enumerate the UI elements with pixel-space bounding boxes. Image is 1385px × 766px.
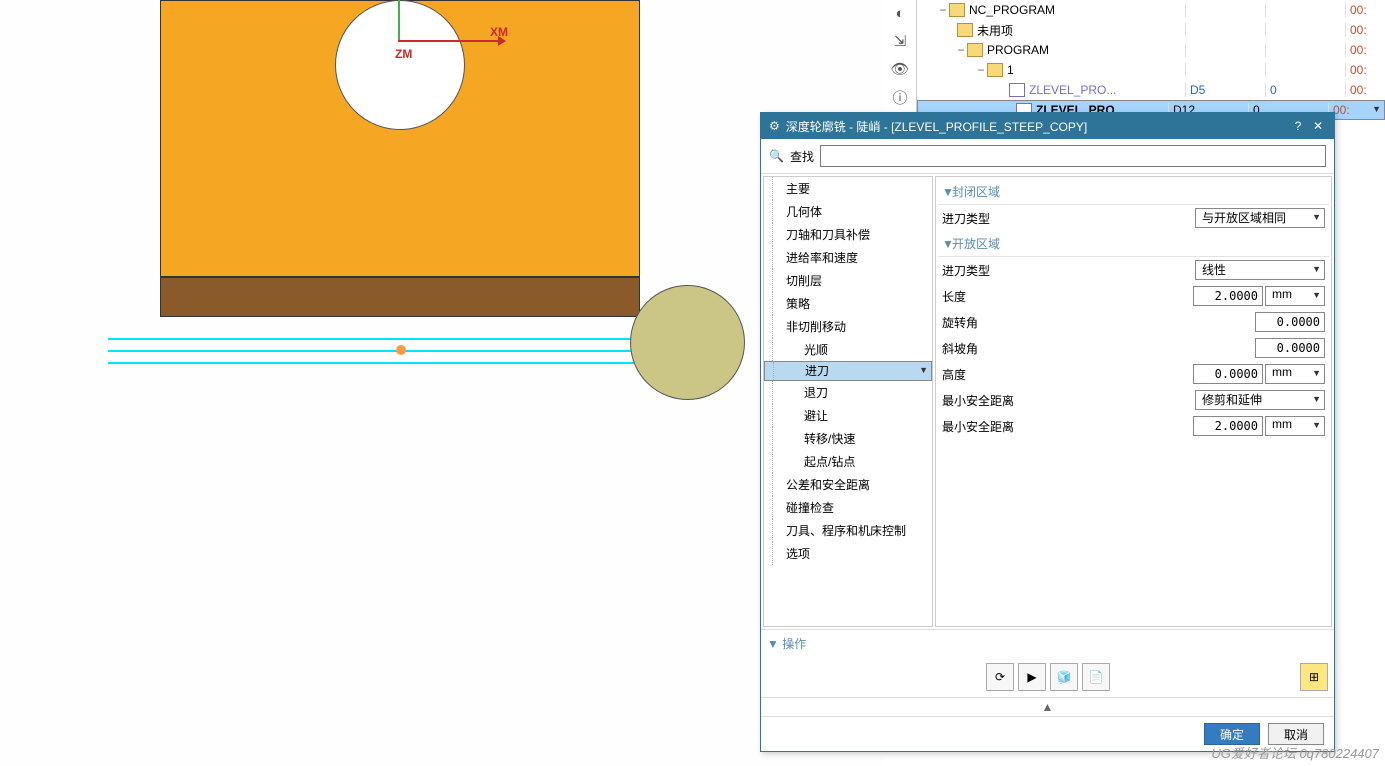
property-panel: ▼封闭区域 进刀类型 与开放区域相同 ▼开放区域 进刀类型 线性 长度 mm 旋…	[935, 176, 1332, 627]
operation-icon	[1009, 83, 1025, 97]
nav-machine[interactable]: 刀具、程序和机床控制	[764, 519, 932, 542]
axis-zm-label: ZM	[395, 47, 412, 61]
nav-geometry[interactable]: 几何体	[764, 200, 932, 223]
nav-retract[interactable]: 退刀	[764, 381, 932, 404]
section-ops[interactable]: ▼ 操作	[761, 629, 1334, 657]
folder-icon	[987, 63, 1003, 77]
nav-smooth[interactable]: 光顺	[764, 338, 932, 361]
dialog-titlebar[interactable]: ⚙ 深度轮廓铣 - 陡峭 - [ZLEVEL_PROFILE_STEEP_COP…	[761, 113, 1334, 139]
close-button[interactable]: ✕	[1310, 119, 1326, 133]
nav-options[interactable]: 选项	[764, 542, 932, 565]
nav-engage[interactable]: 进刀	[764, 361, 932, 381]
label-ramp: 斜坡角	[942, 340, 1255, 357]
view-iconbar: ◐ ⇲ 👁 ⓘ	[884, 0, 916, 110]
tree-unused[interactable]: 未用项	[977, 22, 1013, 39]
nav-tool-comp[interactable]: 刀轴和刀具补偿	[764, 223, 932, 246]
folder-icon	[949, 3, 965, 17]
select-engage-closed[interactable]: 与开放区域相同	[1195, 208, 1325, 228]
tree-group-1[interactable]: 1	[1007, 63, 1014, 77]
toolpath-line	[108, 362, 638, 364]
collapse-up-icon[interactable]: ▲	[761, 697, 1334, 716]
verify-button[interactable]: 🧊	[1050, 663, 1078, 691]
select-engage-open[interactable]: 线性	[1195, 260, 1325, 280]
nav-cut-layer[interactable]: 切削层	[764, 269, 932, 292]
input-height[interactable]	[1193, 364, 1263, 384]
section-closed[interactable]: ▼封闭区域	[938, 179, 1329, 205]
chevron-down-icon: ▼	[942, 237, 952, 251]
replay-button[interactable]: ▶	[1018, 663, 1046, 691]
label-engage-type: 进刀类型	[942, 210, 1195, 227]
tool-sphere	[630, 285, 745, 400]
nav-transfer[interactable]: 转移/快速	[764, 427, 932, 450]
input-length[interactable]	[1193, 286, 1263, 306]
label-engage-type-open: 进刀类型	[942, 262, 1195, 279]
cancel-button[interactable]: 取消	[1268, 723, 1324, 745]
gear-icon: ⚙	[769, 119, 780, 133]
nav-collision[interactable]: 碰撞检查	[764, 496, 932, 519]
select-minsafe2-unit[interactable]: mm	[1265, 416, 1325, 436]
select-minsafe[interactable]: 修剪和延伸	[1195, 390, 1325, 410]
toolpath-line	[108, 350, 638, 352]
show-result-button[interactable]: ⊞	[1300, 663, 1328, 691]
folder-icon	[957, 23, 973, 37]
nav-noncut[interactable]: 非切削移动	[764, 315, 932, 338]
toolpath-line	[108, 338, 638, 340]
toolpath-point	[396, 345, 406, 355]
hole	[335, 0, 465, 130]
generate-button[interactable]: ⟳	[986, 663, 1014, 691]
label-height: 高度	[942, 366, 1193, 383]
tree-program[interactable]: PROGRAM	[987, 43, 1049, 57]
section-open[interactable]: ▼开放区域	[938, 231, 1329, 257]
chevron-down-icon: ▼	[942, 185, 952, 199]
chevron-down-icon: ▼	[767, 637, 779, 651]
ok-button[interactable]: 确定	[1204, 723, 1260, 745]
tree-op1[interactable]: ZLEVEL_PRO...	[1029, 83, 1116, 97]
search-label: 查找	[790, 148, 814, 165]
select-height-unit[interactable]: mm	[1265, 364, 1325, 384]
tree-collapse-icon[interactable]: −	[955, 43, 967, 57]
input-ramp[interactable]	[1255, 338, 1325, 358]
axis-x	[398, 40, 503, 42]
label-rotate: 旋转角	[942, 314, 1255, 331]
tree-collapse-icon[interactable]: −	[975, 63, 987, 77]
nav-strategy[interactable]: 策略	[764, 292, 932, 315]
axis-xm-label: XM	[490, 25, 508, 39]
dimension-icon[interactable]: ⇲	[889, 30, 911, 52]
folder-icon	[967, 43, 983, 57]
label-minsafe: 最小安全距离	[942, 392, 1195, 409]
nav-startpt[interactable]: 起点/钻点	[764, 450, 932, 473]
tree-root[interactable]: NC_PROGRAM	[969, 3, 1055, 17]
search-input[interactable]	[820, 145, 1326, 167]
tree-collapse-icon[interactable]: −	[937, 3, 949, 17]
contrast-icon[interactable]: ◐	[889, 2, 911, 24]
dialog-title: 深度轮廓铣 - 陡峭 - [ZLEVEL_PROFILE_STEEP_COPY]	[786, 118, 1087, 135]
nav-main[interactable]: 主要	[764, 177, 932, 200]
nav-avoid[interactable]: 避让	[764, 404, 932, 427]
nav-tree[interactable]: 主要 几何体 刀轴和刀具补偿 进给率和速度 切削层 策略 非切削移动 光顺 进刀…	[763, 176, 933, 627]
binoculars-icon: 🔍	[769, 149, 784, 163]
viewport[interactable]: XM ZM	[0, 0, 885, 766]
nav-tol-safe[interactable]: 公差和安全距离	[764, 473, 932, 496]
input-rotate[interactable]	[1255, 312, 1325, 332]
list-button[interactable]: 📄	[1082, 663, 1110, 691]
part-base	[160, 277, 640, 317]
select-length-unit[interactable]: mm	[1265, 286, 1325, 306]
help-button[interactable]: ?	[1290, 119, 1306, 133]
info-icon[interactable]: ⓘ	[889, 86, 911, 108]
operation-dialog: ⚙ 深度轮廓铣 - 陡峭 - [ZLEVEL_PROFILE_STEEP_COP…	[760, 112, 1335, 752]
label-length: 长度	[942, 288, 1193, 305]
eye-icon[interactable]: 👁	[889, 58, 911, 80]
operation-tree[interactable]: − NC_PROGRAM 00: 未用项 00: − PROGRAM 00: −…	[916, 0, 1385, 112]
input-minsafe2[interactable]	[1193, 416, 1263, 436]
label-minsafe2: 最小安全距离	[942, 418, 1193, 435]
axis-y	[398, 0, 400, 42]
nav-feed-speed[interactable]: 进给率和速度	[764, 246, 932, 269]
